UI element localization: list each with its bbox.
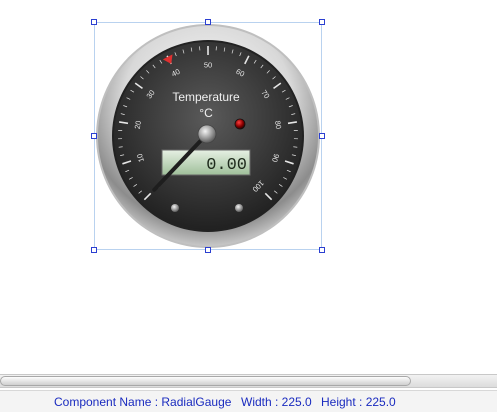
tick-label: 80 [273, 120, 283, 130]
tick-label: 20 [133, 120, 143, 130]
design-canvas[interactable]: 0102030405060708090100 Temperature °C 0.… [0, 0, 497, 372]
resize-handle-icon[interactable] [91, 133, 97, 139]
resize-handle-icon[interactable] [319, 19, 325, 25]
lcd-value: 0.00 [206, 156, 247, 175]
component-name-label: Component Name : RadialGauge [54, 391, 231, 413]
resize-handle-icon[interactable] [319, 133, 325, 139]
minor-tick [293, 147, 297, 148]
gauge-screw-right [235, 204, 243, 212]
horizontal-scrollbar[interactable] [0, 374, 497, 388]
led-icon [235, 119, 245, 129]
width-label: Width : 225.0 [241, 391, 312, 413]
gauge-title: Temperature [172, 90, 240, 104]
status-bar: Component Name : RadialGauge Width : 225… [0, 390, 497, 412]
gauge-unit: °C [199, 106, 213, 120]
tick-label: 50 [204, 61, 212, 70]
minor-tick [119, 147, 123, 148]
resize-handle-icon[interactable] [91, 19, 97, 25]
gauge-screw-left [171, 204, 179, 212]
resize-handle-icon[interactable] [205, 247, 211, 253]
radial-gauge[interactable]: 0102030405060708090100 Temperature °C 0.… [94, 22, 322, 250]
resize-handle-icon[interactable] [91, 247, 97, 253]
resize-handle-icon[interactable] [205, 19, 211, 25]
resize-handle-icon[interactable] [319, 247, 325, 253]
needle-cap [198, 125, 216, 143]
scrollbar-thumb[interactable] [0, 376, 411, 386]
height-label: Height : 225.0 [321, 391, 396, 413]
